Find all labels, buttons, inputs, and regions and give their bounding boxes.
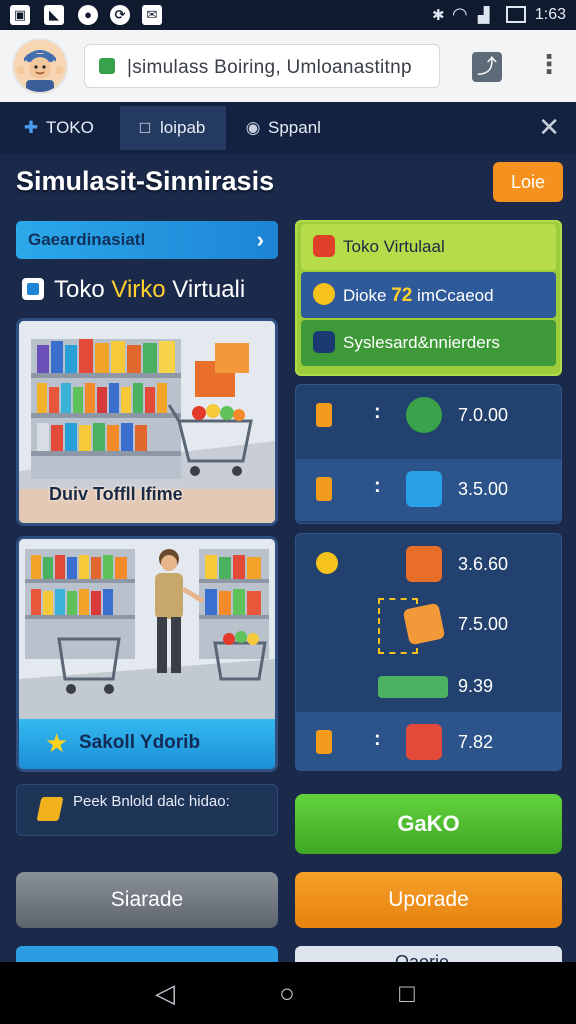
wifi-icon: ◠ (452, 4, 468, 24)
bluetooth-icon: ✱ (432, 7, 445, 24)
info-text-highlight: 72 (391, 285, 413, 306)
info-text: Toko Virtulaal (343, 237, 445, 256)
stats-panel-a: : 7.0.00 : 3.5.00 (295, 384, 562, 524)
info-text-part1: Dioke (343, 286, 392, 305)
store-heading-part1: Toko (54, 276, 112, 303)
stat-row[interactable]: 9.39 (296, 656, 561, 712)
lightning-icon (36, 797, 64, 821)
status-bar: ▣ ◣ ● ⟳ ✉ ✱ ◠ ▟ 1:63 (0, 0, 576, 30)
page-title: Simulasit-Sinnirasis (16, 166, 275, 196)
info-text: Syslesard&nnierders (343, 333, 500, 352)
photo-icon: ▣ (10, 5, 30, 25)
stat-value: 3.5.00 (458, 479, 509, 499)
puzzle-icon: ✚ (23, 118, 39, 137)
battery-icon (506, 6, 526, 23)
stat-value: 7.82 (458, 732, 494, 752)
stat-row[interactable]: 7.5.00 (296, 594, 561, 654)
separator: : (374, 475, 381, 497)
chevron-right-icon: › (256, 227, 264, 252)
tab-toko[interactable]: ✚ TOKO (22, 106, 118, 150)
store-heading: Toko Virko Virtuali (22, 276, 245, 304)
star-icon: ★ (45, 728, 69, 758)
tab-sppanl[interactable]: ◉ Sppanl (244, 106, 354, 150)
gift-box-icon (406, 724, 442, 760)
tab-label: Sppanl (268, 118, 321, 137)
badge-icon (316, 403, 332, 427)
store-heading-highlight: Virko (111, 276, 166, 303)
lollipop-icon (406, 397, 442, 433)
category-banner[interactable]: Gaeardinasiatl › (16, 221, 278, 259)
banner-label: Gaeardinasiatl (28, 230, 146, 249)
chart-icon: ◣ (44, 5, 64, 25)
info-row-store[interactable]: Toko Virtulaal (301, 224, 556, 270)
url-text: |simulass Boiring, Umloanastitnp (127, 57, 412, 78)
tab-loipab[interactable]: □ loipab (120, 106, 226, 150)
mail-icon: ✉ (142, 5, 162, 25)
recents-icon[interactable]: □ (392, 978, 422, 1008)
stat-row[interactable]: : 7.0.00 (296, 385, 561, 447)
sync-icon: ⟳ (110, 5, 130, 25)
check-square-icon (313, 331, 335, 353)
login-button[interactable]: Loie (493, 162, 563, 202)
store-icon (22, 278, 44, 300)
stat-row[interactable]: : 3.5.00 (296, 459, 561, 521)
avatar[interactable] (12, 38, 68, 94)
badge-icon (316, 477, 332, 501)
circle-icon: ● (78, 5, 98, 25)
separator: : (374, 728, 381, 750)
tab-label: loipab (160, 118, 206, 137)
secondary-button[interactable]: Siarade (16, 872, 278, 928)
tab-bar: ✚ TOKO □ loipab ◉ Sppanl ✕ (0, 102, 576, 154)
check-circle-icon (313, 283, 335, 305)
back-icon[interactable]: ◁ (150, 978, 180, 1008)
stat-value: 9.39 (458, 676, 494, 696)
stat-value: 7.5.00 (458, 614, 509, 634)
info-panel: Toko Virtulaal Dioke 72 imCcaeod Syslesa… (295, 220, 562, 376)
card-caption: Sakoll Ydorib (79, 732, 201, 753)
record-icon (313, 235, 335, 257)
share-icon[interactable]: ⤴ (472, 52, 502, 82)
promo-card[interactable]: Peek Bnlold dalc hidao: (16, 784, 278, 836)
shield-icon: ◉ (245, 118, 261, 137)
stat-row[interactable]: 3.6.60 (296, 534, 561, 590)
tab-label: TOKO (46, 118, 94, 137)
shopper-illustration (19, 539, 275, 719)
badge-icon (316, 730, 332, 754)
toy-robot-icon (406, 546, 442, 582)
stat-value: 7.0.00 (458, 405, 509, 425)
address-bar[interactable]: |simulass Boiring, Umloanastitnp (84, 44, 440, 88)
store-heading-part2: Virtuali (165, 276, 246, 303)
card-caption: Duiv Toffll Ifime (49, 484, 183, 504)
home-icon[interactable]: ○ (272, 978, 302, 1008)
status-time: 1:63 (534, 6, 566, 23)
signal-icon: ▟ (478, 7, 490, 24)
browser-toolbar: |simulass Boiring, Umloanastitnp ⤴ ⋮ (0, 30, 576, 102)
browser-window-icon (406, 471, 442, 507)
stats-panel-b: 3.6.60 7.5.00 9.39 : 7.82 (295, 533, 562, 771)
more-menu-icon[interactable]: ⋮ (536, 51, 562, 82)
card-caption-bar: ★ Sakoll Ydorib (19, 719, 275, 769)
info-row-count[interactable]: Dioke 72 imCcaeod (301, 272, 556, 318)
close-icon[interactable]: ✕ (538, 112, 560, 143)
emoji-icon (316, 552, 338, 574)
shopper-card[interactable]: ★ Sakoll Ydorib (16, 536, 278, 772)
navigation-bar: ◁ ○ □ (0, 962, 576, 1024)
square-icon: □ (139, 118, 151, 137)
battery-bars-icon (378, 676, 448, 698)
box-character-icon (402, 602, 446, 646)
info-text-part2: imCcaeod (412, 286, 494, 305)
avatar-illustration (14, 40, 66, 92)
store-shelves-card[interactable]: Duiv Toffll Ifime (16, 318, 278, 526)
separator: : (374, 401, 381, 423)
stat-value: 3.6.60 (458, 554, 509, 574)
upgrade-button[interactable]: Uporade (295, 872, 562, 928)
lock-icon (99, 58, 115, 74)
info-row-system[interactable]: Syslesard&nnierders (301, 320, 556, 366)
go-button[interactable]: GaKO (295, 794, 562, 854)
promo-text: Peek Bnlold dalc hidao: (73, 793, 230, 810)
info-text: Dioke 72 imCcaeod (343, 285, 494, 307)
stat-row[interactable]: : 7.82 (296, 712, 561, 770)
